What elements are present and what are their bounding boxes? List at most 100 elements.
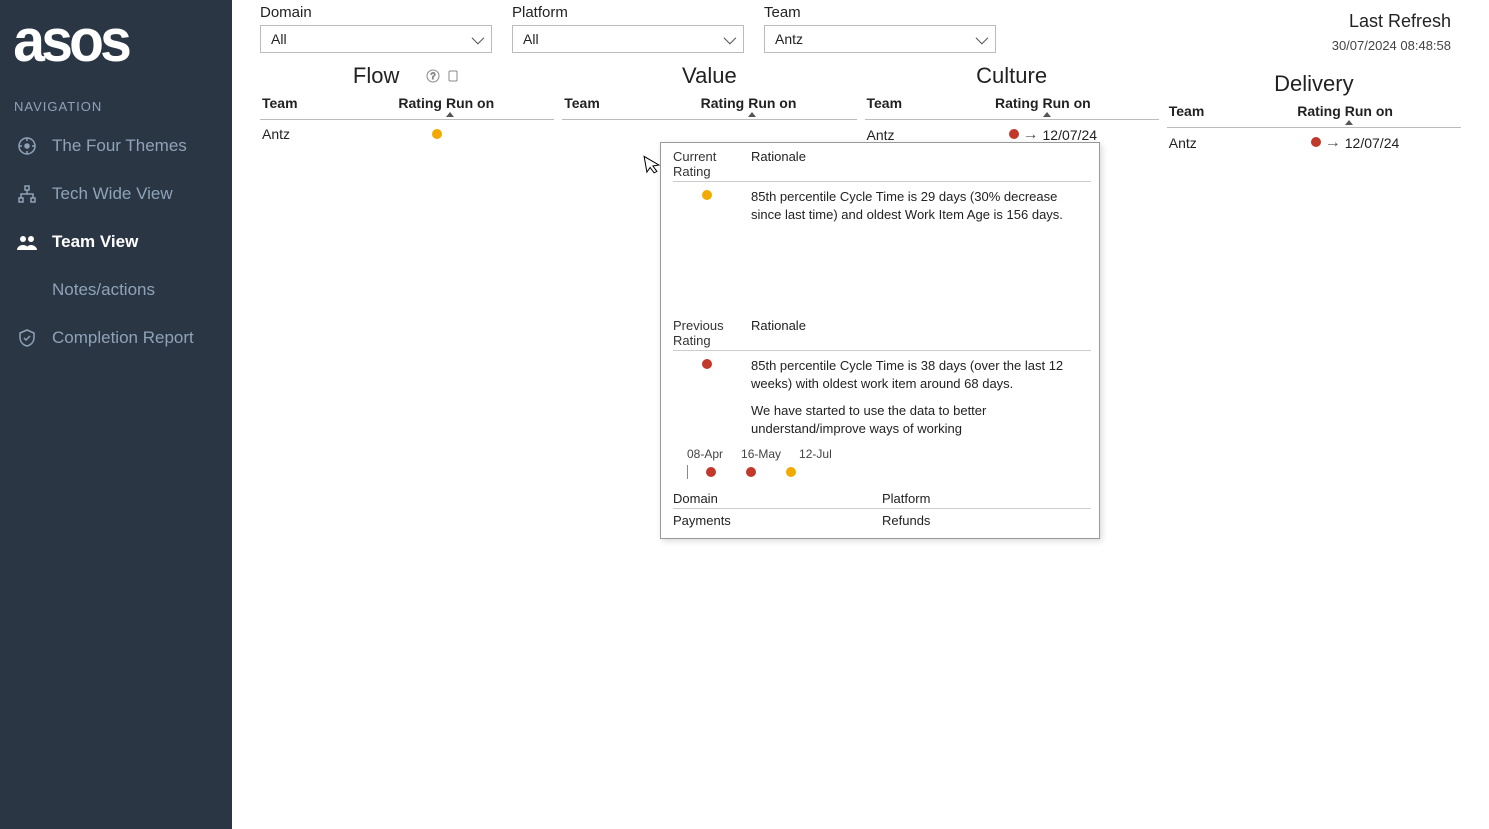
sidebar-item-tech-wide-view[interactable]: Tech Wide View xyxy=(0,170,232,218)
trend-arrow-icon: → xyxy=(1325,135,1341,151)
chevron-down-icon xyxy=(472,31,481,47)
panel-delivery: Delivery Team Rating Run on Antz → xyxy=(1167,71,1461,157)
cell-team: Antz xyxy=(1167,128,1247,158)
sidebar-item-label: Tech Wide View xyxy=(52,184,173,204)
panel-title: Value xyxy=(562,63,856,91)
col-run-on[interactable]: Run on xyxy=(746,91,856,120)
panel-title: Flow xyxy=(353,63,399,88)
col-rating[interactable]: Rating xyxy=(1247,99,1343,128)
cell-rating: → xyxy=(1247,128,1343,158)
col-team[interactable]: Team xyxy=(562,91,646,120)
sort-asc-icon xyxy=(446,112,454,117)
sidebar-item-completion-report[interactable]: Completion Report xyxy=(0,314,232,362)
filter-domain: Domain All xyxy=(260,4,492,53)
col-run-on[interactable]: Run on xyxy=(444,91,554,120)
grid-flow: Team Rating Run on Antz xyxy=(260,91,554,148)
filter-platform-label: Platform xyxy=(512,4,744,21)
cell-rating xyxy=(344,120,444,149)
timeline-dot xyxy=(706,467,716,477)
themes-icon xyxy=(16,136,38,156)
filter-domain-value: All xyxy=(271,31,287,47)
col-team[interactable]: Team xyxy=(260,91,344,120)
timeline-label: 08-Apr xyxy=(687,447,723,461)
filter-domain-label: Domain xyxy=(260,4,492,21)
sort-asc-icon xyxy=(1043,112,1051,117)
tooltip-previous-rationale: 85th percentile Cycle Time is 38 days (o… xyxy=(751,357,1091,392)
filter-platform: Platform All xyxy=(512,4,744,53)
people-icon xyxy=(16,232,38,252)
main: Domain All Platform All Team Antz xyxy=(232,0,1489,829)
filter-team-label: Team xyxy=(764,4,996,21)
sort-asc-icon xyxy=(748,112,756,117)
rating-dot-red xyxy=(1311,137,1321,147)
sidebar: asos NAVIGATION The Four Themes Tech Wid… xyxy=(0,0,232,829)
col-run-on[interactable]: Run on xyxy=(1041,91,1159,120)
sidebar-item-notes-actions[interactable]: Notes/actions xyxy=(0,266,232,314)
grid-delivery: Team Rating Run on Antz → 12/07/24 xyxy=(1167,99,1461,157)
filter-domain-select[interactable]: All xyxy=(260,25,492,53)
rating-dot-red xyxy=(702,359,712,369)
tooltip-rationale-header: Rationale xyxy=(751,318,806,348)
grid-culture: Team Rating Run on Antz → 12/07/24 xyxy=(865,91,1159,149)
rating-timeline: 08-Apr 16-May 12-Jul xyxy=(687,447,1091,479)
col-team[interactable]: Team xyxy=(1167,99,1247,128)
tooltip-previous-header: Previous Rating xyxy=(673,318,751,348)
rating-dot-red xyxy=(1009,129,1019,139)
rating-tooltip: Current Rating Rationale 85th percentile… xyxy=(660,142,1100,539)
chevron-down-icon xyxy=(976,31,985,47)
rating-dot-amber xyxy=(432,129,442,139)
timeline-label: 12-Jul xyxy=(799,447,832,461)
filter-team: Team Antz xyxy=(764,4,996,53)
sidebar-item-team-view[interactable]: Team View xyxy=(0,218,232,266)
sidebar-item-label: Notes/actions xyxy=(52,280,155,300)
col-team[interactable]: Team xyxy=(865,91,945,120)
brand-logo: asos xyxy=(0,6,220,87)
help-icon[interactable]: ? xyxy=(425,69,441,86)
timeline-dot xyxy=(786,467,796,477)
col-rating[interactable]: Rating xyxy=(646,91,746,120)
nav-header: NAVIGATION xyxy=(0,87,232,122)
hierarchy-icon xyxy=(16,184,38,204)
cell-run-on xyxy=(444,120,554,149)
col-rating[interactable]: Rating xyxy=(344,91,444,120)
tooltip-current-header: Current Rating xyxy=(673,149,751,179)
shield-icon xyxy=(16,328,38,348)
chevron-down-icon xyxy=(724,31,733,47)
meta-platform-header: Platform xyxy=(882,491,1091,509)
sort-asc-icon xyxy=(1345,120,1353,125)
tooltip-rationale-header: Rationale xyxy=(751,149,806,179)
cell-team: Antz xyxy=(260,120,344,149)
tooltip-previous-note: We have started to use the data to bette… xyxy=(751,402,1091,437)
panel-flow: Flow ? Team Rating Run on xyxy=(260,63,554,157)
timeline-label: 16-May xyxy=(741,447,781,461)
sidebar-item-label: Team View xyxy=(52,232,138,252)
last-refresh-value: 30/07/2024 08:48:58 xyxy=(1332,38,1451,53)
tooltip-meta: Domain Payments Platform Refunds xyxy=(673,491,1091,528)
filter-platform-value: All xyxy=(523,31,539,47)
table-row[interactable]: Antz → 12/07/24 xyxy=(1167,128,1461,158)
filter-team-select[interactable]: Antz xyxy=(764,25,996,53)
svg-text:?: ? xyxy=(431,71,436,81)
meta-platform-value: Refunds xyxy=(882,513,1091,528)
cell-run-on: 12/07/24 xyxy=(1343,128,1461,158)
trend-arrow-icon: → xyxy=(1023,127,1039,143)
last-refresh: Last Refresh 30/07/2024 08:48:58 xyxy=(1332,11,1471,53)
panel-title: Culture xyxy=(865,63,1159,91)
table-row[interactable]: Antz xyxy=(260,120,554,149)
sidebar-item-four-themes[interactable]: The Four Themes xyxy=(0,122,232,170)
filter-team-value: Antz xyxy=(775,31,803,47)
grid-value: Team Rating Run on xyxy=(562,91,856,120)
meta-domain-header: Domain xyxy=(673,491,882,509)
panel-title: Delivery xyxy=(1167,71,1461,99)
rating-dot-amber xyxy=(702,190,712,200)
copy-icon[interactable] xyxy=(445,69,461,86)
col-rating[interactable]: Rating xyxy=(944,91,1040,120)
timeline-dot xyxy=(746,467,756,477)
sidebar-item-label: The Four Themes xyxy=(52,136,187,156)
tooltip-current-rationale: 85th percentile Cycle Time is 29 days (3… xyxy=(751,188,1091,248)
meta-domain-value: Payments xyxy=(673,513,882,528)
sidebar-item-label: Completion Report xyxy=(52,328,194,348)
filter-platform-select[interactable]: All xyxy=(512,25,744,53)
last-refresh-label: Last Refresh xyxy=(1332,11,1451,32)
col-run-on[interactable]: Run on xyxy=(1343,99,1461,128)
